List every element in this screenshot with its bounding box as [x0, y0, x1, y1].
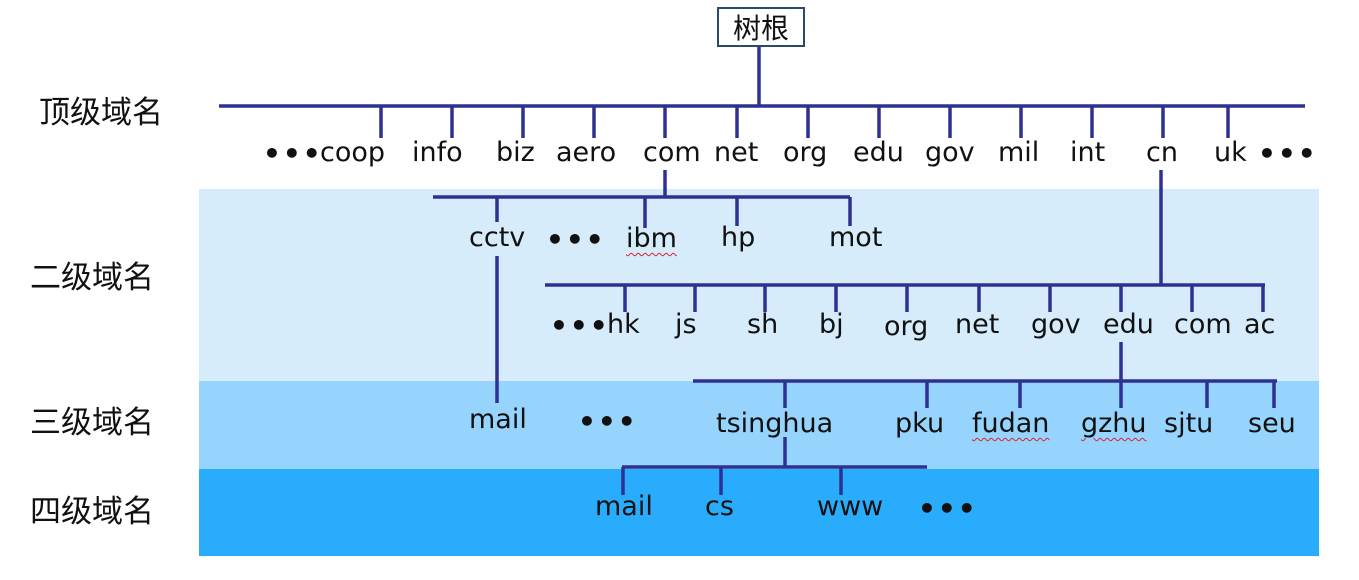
tld-biz: biz [496, 137, 535, 168]
tld-aero: aero [556, 137, 617, 168]
ellipsis-third-level: ••• [578, 405, 638, 438]
com-child-cctv: cctv [469, 222, 526, 253]
tld-net: net [714, 137, 759, 168]
tld-uk: uk [1214, 137, 1247, 168]
level-label-top: 顶级域名 [39, 95, 163, 131]
tld-int: int [1070, 137, 1106, 168]
tsinghua-child-mail: mail [595, 491, 653, 522]
edu-child-gzhu: gzhu [1081, 408, 1147, 439]
tld-com: com [643, 137, 701, 168]
tld-mil: mil [998, 137, 1040, 168]
tld-coop: coop [320, 137, 386, 168]
cn-child-ac: ac [1244, 309, 1276, 340]
cn-child-hk: hk [607, 309, 640, 340]
ellipsis-tld-right: ••• [1258, 137, 1318, 170]
edu-child-pku: pku [895, 408, 945, 439]
ellipsis-fourth-level: ••• [918, 492, 978, 525]
com-child-mot: mot [829, 222, 883, 253]
cctv-child-mail: mail [469, 404, 527, 435]
cn-child-bj: bj [819, 309, 844, 340]
ellipsis-tld-left: ••• [263, 137, 323, 170]
edu-child-fudan: fudan [972, 408, 1050, 439]
cn-child-com: com [1174, 309, 1232, 340]
tld-org: org [783, 137, 828, 168]
cn-child-gov: gov [1031, 309, 1081, 340]
edu-child-tsinghua: tsinghua [716, 408, 834, 439]
cn-child-edu: edu [1103, 309, 1154, 340]
tld-info: info [412, 137, 463, 168]
root-node: 树根 [717, 7, 805, 47]
tld-edu: edu [853, 137, 904, 168]
level-label-second: 二级域名 [30, 260, 154, 296]
tsinghua-child-cs: cs [705, 491, 734, 522]
ellipsis-cn-children: ••• [550, 309, 610, 342]
tsinghua-child-www: www [817, 491, 884, 522]
com-child-hp: hp [721, 222, 756, 253]
cn-child-sh: sh [747, 309, 779, 340]
tld-gov: gov [925, 137, 975, 168]
cn-child-org: org [884, 311, 929, 342]
cn-child-js: js [675, 309, 697, 340]
edu-child-seu: seu [1248, 408, 1296, 439]
ellipsis-com-children: ••• [546, 223, 606, 256]
cn-child-net: net [955, 309, 1000, 340]
edu-child-sjtu: sjtu [1164, 408, 1214, 439]
level-label-fourth: 四级域名 [30, 494, 154, 530]
tld-cn: cn [1146, 137, 1178, 168]
level-label-third: 三级域名 [30, 405, 154, 441]
com-child-ibm: ibm [626, 223, 677, 254]
tree-connector-lines [219, 44, 1305, 495]
